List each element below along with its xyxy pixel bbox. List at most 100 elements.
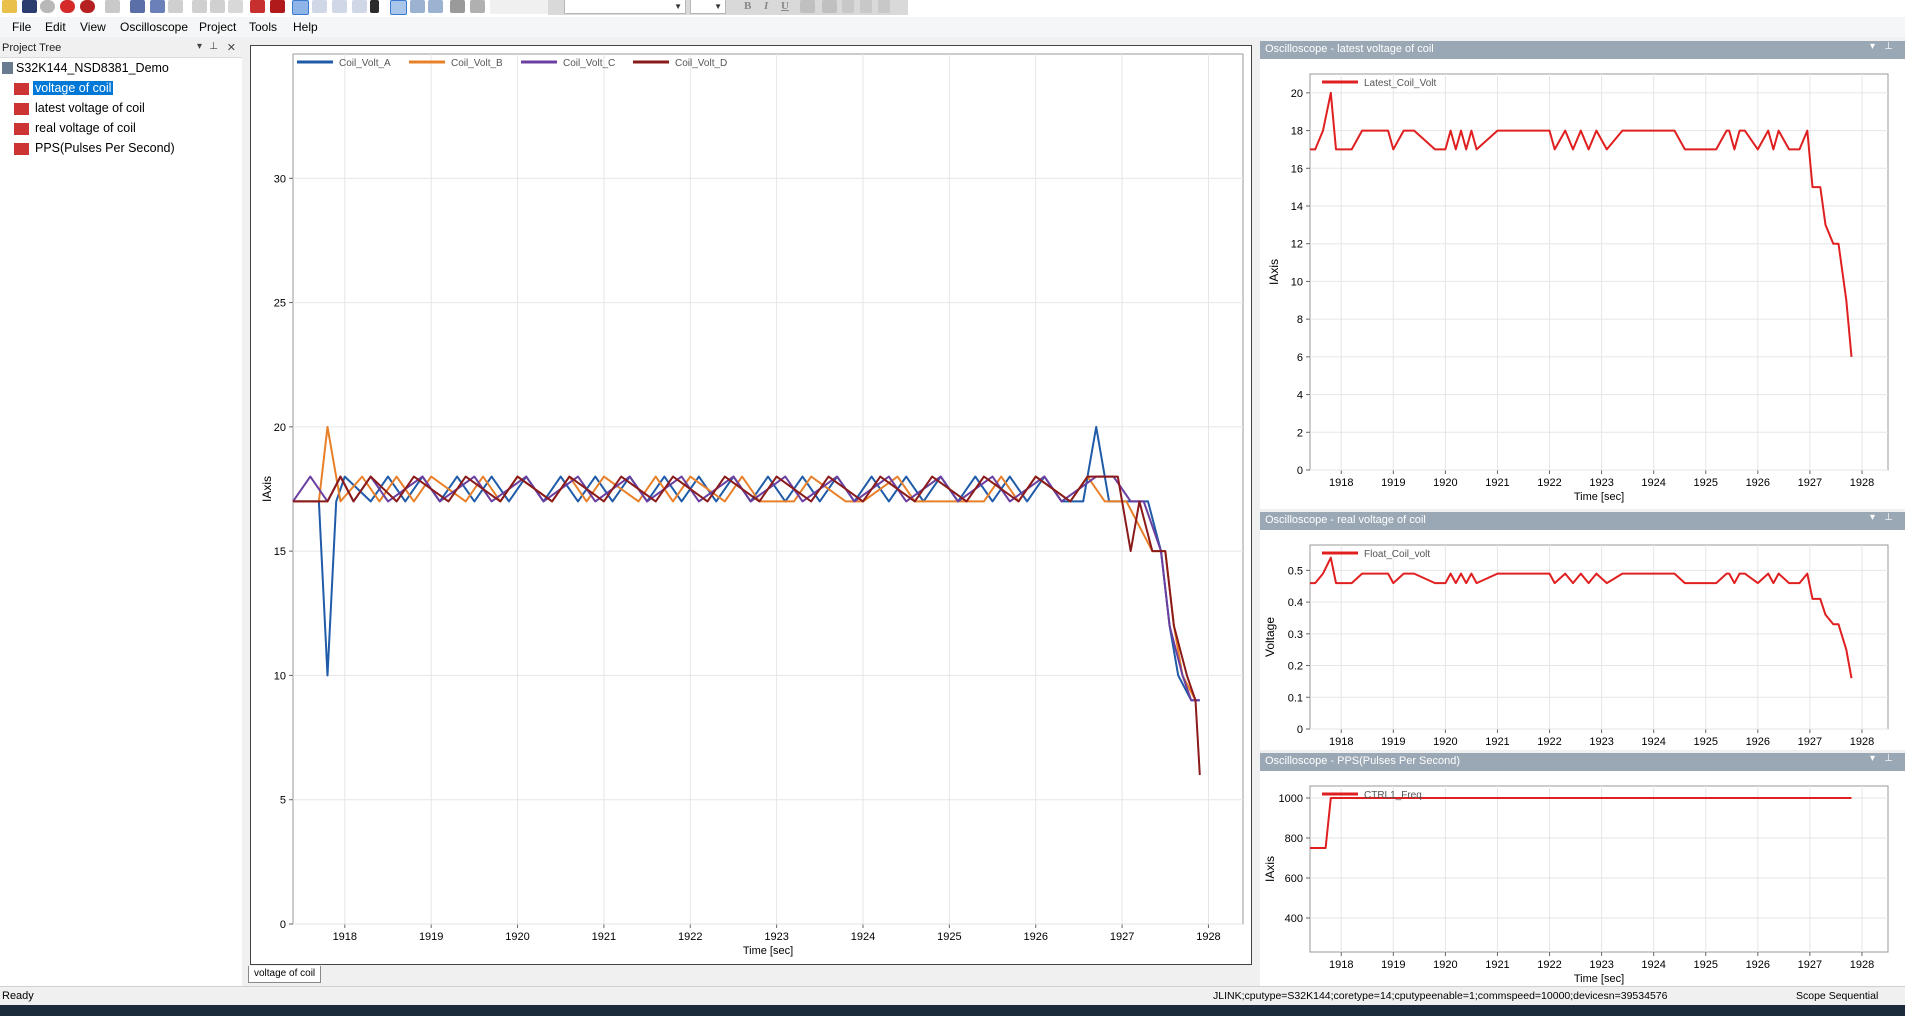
tab-voltage-of-coil[interactable]: voltage of coil [248,966,322,983]
menu-tools[interactable]: Tools [249,20,277,34]
pin-icon[interactable]: ⊥ [1884,753,1893,764]
real-voltage-chart[interactable]: 1918 1919 1920 1921 1922 1923 1924 1925 1926 1927… [1260,530,1905,750]
text-color-icon[interactable] [800,0,815,13]
tree-item-real-voltage[interactable]: real voltage of coil [35,121,136,135]
status-bar: Ready JLINK;cputype=S32K144;coretype=14;… [0,986,1905,1006]
refresh-icon[interactable] [228,0,243,13]
y-tick-label: 15 [274,546,286,558]
plot-area [1309,544,1889,730]
open-folder-icon[interactable] [2,0,17,13]
link-icon[interactable] [168,0,183,13]
tree-item-latest-voltage[interactable]: latest voltage of coil [35,101,145,115]
dropdown-icon[interactable]: ▾ [1870,41,1875,52]
x-tick-label: 1924 [1641,959,1665,971]
italic-icon[interactable]: I [764,0,768,12]
y-tick-label: 20 [274,422,286,434]
redo-icon[interactable] [210,0,225,13]
x-tick-label: 1925 [937,931,961,943]
x-tick-label: 1923 [764,931,788,943]
y-tick-label: 0 [1297,465,1303,477]
zoom-x-icon[interactable] [312,0,327,13]
arrow-up-icon[interactable] [410,0,425,13]
export-icon[interactable] [450,0,465,13]
legend-label: Coil_Volt_A [339,58,391,69]
zoom-out-icon[interactable] [352,0,367,13]
x-tick-label: 1921 [1485,959,1509,971]
align-center-icon[interactable] [860,0,872,13]
arrow-down-icon[interactable] [428,0,443,13]
y-tick-label: 8 [1297,314,1303,326]
legend-label: Coil_Volt_B [451,58,503,69]
pps-chart[interactable]: 1918 1919 1920 1921 1922 1923 1924 1925 1926 1927… [1260,771,1905,986]
pin-icon[interactable]: ⊥ [1884,512,1893,523]
bold-icon[interactable]: B [744,0,751,12]
align-right-icon[interactable] [878,0,890,13]
menu-project[interactable]: Project [199,20,236,34]
pin-icon[interactable]: ⊥ [209,41,218,52]
dropdown-icon[interactable]: ▾ [1870,512,1875,523]
size-combo[interactable]: ▼ [690,0,726,14]
x-tick-label: 1926 [1746,959,1770,971]
paste-icon[interactable] [150,0,165,13]
menu-oscilloscope[interactable]: Oscilloscope [120,20,188,34]
close-icon[interactable]: ✕ [227,41,236,54]
x-tick-label: 1923 [1589,477,1613,489]
y-tick-label: 10 [274,670,286,682]
menu-bar: File Edit View Oscilloscope Project Tool… [0,17,1905,37]
y-tick-label: 14 [1291,201,1303,213]
clipboard-icon[interactable] [370,0,379,13]
scope-title: Oscilloscope - latest voltage of coil [1265,43,1434,55]
dropdown-icon[interactable]: ▾ [197,41,202,52]
record-icon[interactable] [60,0,75,13]
font-combo[interactable]: ▼ [564,0,686,14]
zoom-y-icon[interactable] [332,0,347,13]
x-tick-label: 1920 [1433,959,1457,971]
tree-item-voltage-of-coil[interactable]: voltage of coil [33,81,114,95]
undo-icon[interactable] [192,0,207,13]
settings-icon[interactable] [470,0,485,13]
menu-file[interactable]: File [12,20,31,34]
y-tick-label: 0.5 [1288,565,1303,577]
grid-icon[interactable] [105,0,120,13]
y-tick-label: 1000 [1279,793,1303,805]
tree-item-pps[interactable]: PPS(Pulses Per Second) [35,141,175,155]
y-tick-label: 10 [1291,276,1303,288]
fast-forward-icon[interactable] [270,0,285,13]
pin-icon[interactable]: ⊥ [1884,41,1893,52]
y-tick-label: 0 [280,919,286,931]
x-tick-label: 1924 [1641,477,1665,489]
menu-view[interactable]: View [80,20,106,34]
legend-label: CTRL1_Freq [1364,790,1422,801]
menu-help[interactable]: Help [293,20,318,34]
latest-voltage-chart[interactable]: 1918 1919 1920 1921 1922 1923 1924 1925 1926 1927… [1260,59,1905,509]
x-tick-label: 1923 [1589,959,1613,971]
x-tick-label: 1921 [1485,736,1509,748]
disk-icon[interactable] [40,0,55,13]
align-left-icon[interactable] [842,0,854,13]
flag-icon[interactable] [250,0,265,13]
menu-edit[interactable]: Edit [45,20,66,34]
dropdown-icon[interactable]: ▾ [1870,753,1875,764]
project-icon [2,62,13,74]
zoom-icon[interactable] [292,0,309,15]
x-tick-label: 1920 [1433,736,1457,748]
taskbar [0,1005,1905,1016]
underline-icon[interactable]: U [781,0,789,12]
x-tick-label: 1918 [1329,736,1353,748]
x-tick-label: 1928 [1196,931,1220,943]
legend-label: Coil_Volt_D [675,58,727,69]
y-tick-label: 400 [1285,913,1303,925]
stop-icon[interactable] [80,0,95,13]
main-chart[interactable]: 1918 1919 1920 1921 1922 1923 1924 1925 1926 1927… [251,46,1251,964]
highlight-icon[interactable] [822,0,837,13]
toolbar: ▼ ▼ B I U [0,0,1905,17]
table-icon[interactable] [390,0,407,15]
x-axis-label: Time [sec] [1574,491,1624,503]
copy-icon[interactable] [130,0,145,13]
y-tick-label: 18 [1291,126,1303,138]
x-tick-label: 1927 [1798,959,1822,971]
y-tick-label: 0 [1297,724,1303,736]
tree-root[interactable]: S32K144_NSD8381_Demo [16,61,169,75]
save-icon[interactable] [22,0,37,13]
x-axis-label: Time [sec] [1574,973,1624,985]
